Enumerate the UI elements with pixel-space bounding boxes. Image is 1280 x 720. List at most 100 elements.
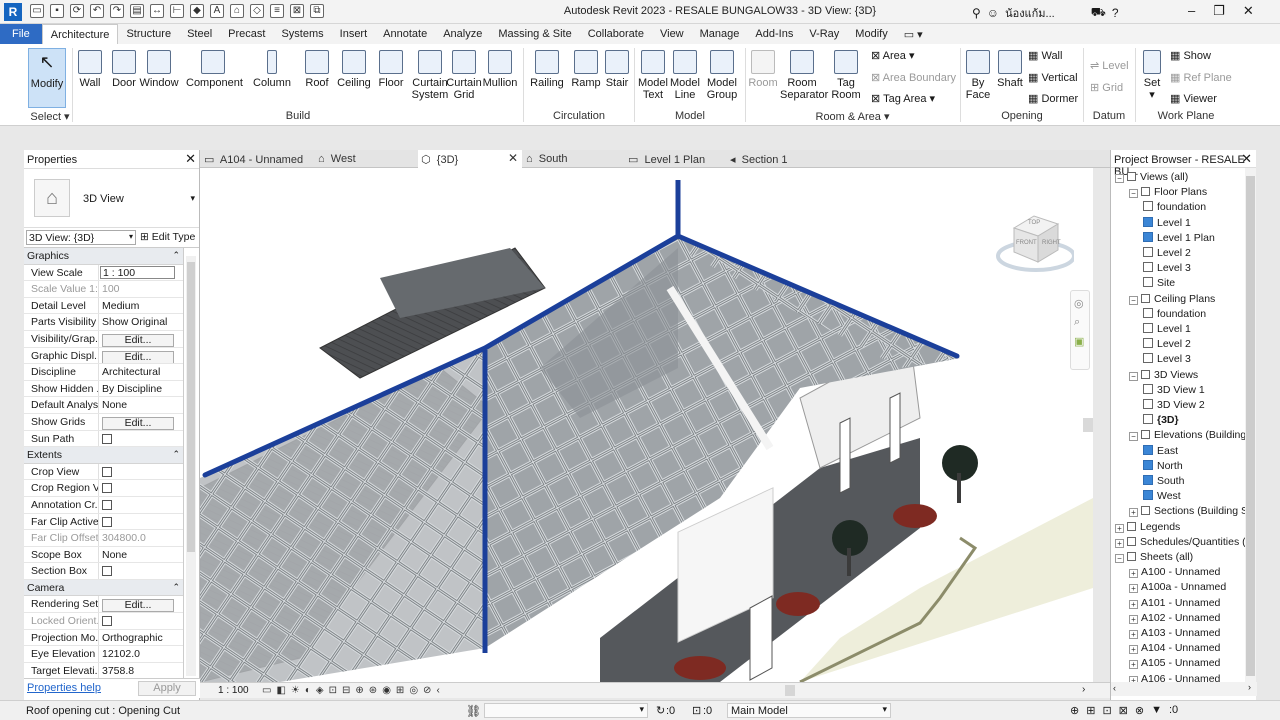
viewer-button[interactable]: ▦ Viewer [1170,92,1217,105]
tab-massing-site[interactable]: Massing & Site [490,24,579,44]
sun-path-icon[interactable]: ☀ [291,685,300,696]
apply-button[interactable]: Apply [138,681,196,696]
tree-item[interactable]: Level 1 [1143,216,1191,232]
property-value[interactable] [99,480,183,496]
collapse-icon[interactable]: − [1129,371,1138,381]
tree-item[interactable]: East [1143,444,1178,460]
expand-icon[interactable]: + [1129,569,1138,579]
cart-icon[interactable]: ⛟ [1091,5,1106,21]
checkbox[interactable] [102,499,112,510]
property-row-detail-level[interactable]: Detail Level Medium [24,297,183,315]
restore-icon[interactable]: ❐ [1213,3,1225,19]
edit-button[interactable]: Edit... [102,599,174,613]
tree-item[interactable]: 3D View 2 [1143,399,1205,414]
tab-south[interactable]: ⌂ South [526,150,618,168]
design-options-icon[interactable]: ⊡ [692,704,701,717]
edit-button[interactable]: Edit... [102,333,174,347]
save-icon[interactable]: ▪ [50,4,64,18]
ribbon-toggle-icon[interactable]: ▭ ▾ [896,24,931,44]
edit-button[interactable]: Edit... [102,416,174,430]
collapse-icon[interactable]: − [1115,174,1124,183]
property-value[interactable]: 304800.0 [99,530,183,546]
property-row-annotation-cr[interactable]: Annotation Cr... [24,496,183,514]
property-row-rendering-set[interactable]: Rendering Set...Edit... [24,596,183,614]
undo-icon[interactable]: ↶ [90,4,104,18]
temp-hide-icon[interactable]: ⊛ [369,685,377,696]
tab-vray[interactable]: V-Ray [801,24,847,44]
property-value[interactable]: None [99,397,183,413]
project-browser-scrollbar[interactable] [1245,168,1256,682]
expand-icon[interactable]: + [1115,523,1124,533]
tree-item[interactable]: North [1143,459,1183,475]
text-icon[interactable]: A [210,4,224,18]
revit-logo[interactable]: R [4,3,22,21]
property-row-far-clip-offset[interactable]: Far Clip Offset 304800.0 [24,530,183,547]
tab-west[interactable]: ⌂ West [318,150,410,168]
instance-selector[interactable]: 3D View: {3D} ▾ [26,230,136,245]
tree-item[interactable]: Level 1 Plan [1143,231,1215,247]
checkbox[interactable] [102,483,112,494]
property-value[interactable]: Edit... [99,331,183,347]
tab-steel[interactable]: Steel [179,24,220,44]
property-row-projection-mo[interactable]: Projection Mo... Orthographic [24,629,183,647]
tab-manage[interactable]: Manage [692,24,748,44]
main-model-dropdown[interactable]: Main Model ▾ [727,703,891,718]
tab-structure[interactable]: Structure [118,24,179,44]
highlight-icon[interactable]: ⊘ [423,685,431,696]
zoom-icon[interactable]: ⌕ [1074,316,1086,329]
expand-icon[interactable]: + [1129,584,1138,594]
tree-item[interactable]: Level 3 [1143,262,1191,277]
tree-item[interactable]: + A103 - Unnamed [1129,627,1220,642]
tree-item[interactable]: foundation [1143,307,1206,323]
collapse-icon[interactable]: − [1129,432,1138,442]
tree-item[interactable]: − Sheets (all) [1115,551,1193,566]
tab-annotate[interactable]: Annotate [375,24,435,44]
property-value[interactable] [99,431,183,447]
project-browser-hscroll[interactable]: ‹ › [1111,682,1257,696]
view-scale[interactable]: 1 : 100 [218,685,249,696]
floor-button[interactable]: Floor [371,48,411,89]
tree-item[interactable]: + A100 - Unnamed [1129,566,1220,581]
crop-icon[interactable]: ⊡ [329,685,337,696]
railing-button[interactable]: Railing [527,48,567,89]
window-button[interactable]: Window [139,48,179,89]
camera-section[interactable]: Camera ⌃ [24,579,183,597]
analysis-icon[interactable]: ◎ [409,685,418,696]
property-value[interactable]: 12102.0 [99,646,183,662]
area-boundary-button[interactable]: ⊠ Area Boundary [871,71,956,84]
tree-item[interactable]: + A105 - Unnamed [1129,657,1220,672]
tree-item[interactable]: {3D} [1143,414,1179,429]
property-value[interactable]: Medium [99,298,183,314]
curtain-grid-button[interactable]: Curtain Grid [444,48,484,101]
tag-room-button[interactable]: Tag Room [826,48,866,101]
open-icon[interactable]: ▭ [30,4,44,18]
tab-insert[interactable]: Insert [332,24,376,44]
shaft-button[interactable]: Shaft [990,48,1030,89]
property-value[interactable]: Show Original [99,314,183,330]
binoculars-icon[interactable]: ⚲ [972,6,981,20]
property-value[interactable]: 100 [99,281,183,297]
user-icon[interactable]: ☺ [987,6,999,20]
column-button[interactable]: Column [252,48,292,89]
graphics-section[interactable]: Graphics ⌃ [24,248,183,265]
property-value[interactable]: Architectural [99,364,183,380]
workset-dropdown[interactable]: ▾ [484,703,648,718]
model-group-button[interactable]: Model Group [702,48,742,101]
property-row-crop-view[interactable]: Crop View [24,463,183,481]
tree-item[interactable]: Level 3 [1143,353,1191,368]
mullion-button[interactable]: Mullion [480,48,520,89]
model-line-button[interactable]: Model Line [665,48,705,101]
sync-icon[interactable]: ⟳ [70,4,84,18]
worksets-icon[interactable]: ⛓ [466,704,481,718]
detail-level-icon[interactable]: ▭ [262,685,271,696]
expand-icon[interactable]: + [1115,538,1124,548]
level-button[interactable]: ⇌ Level [1090,59,1129,72]
select-dropdown[interactable]: Select ▾ [28,110,72,123]
property-row-view-scale[interactable]: View Scale 1 : 100 [24,264,183,282]
property-row-scope-box[interactable]: Scope Box None [24,546,183,564]
extents-section[interactable]: Extents ⌃ [24,447,183,464]
tab-systems[interactable]: Systems [273,24,331,44]
property-row-scale-value-1[interactable]: Scale Value 1: 100 [24,281,183,298]
constraints-icon[interactable]: ‹ [436,685,439,696]
tree-item[interactable]: South [1143,475,1184,490]
